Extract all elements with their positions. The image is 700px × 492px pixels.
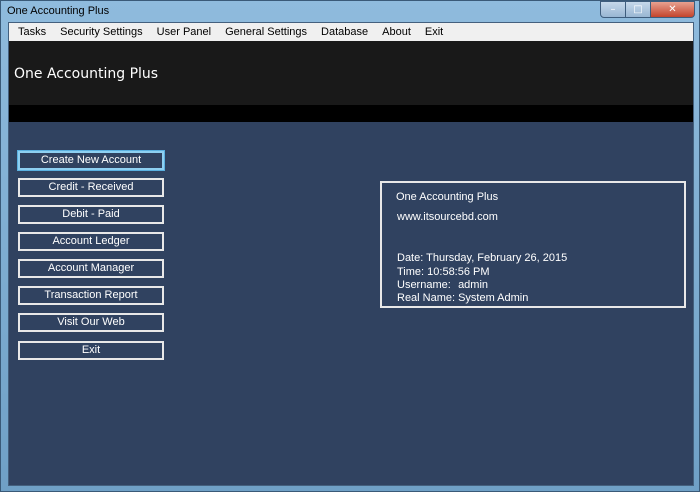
- app-window: One Accounting Plus – □ ✕ Tasks Security…: [0, 0, 700, 492]
- menu-database[interactable]: Database: [314, 23, 375, 41]
- window-controls: – □ ✕: [600, 1, 695, 19]
- info-realname-row: Real Name: System Admin: [397, 292, 528, 304]
- username-value: admin: [458, 279, 489, 291]
- menu-user-panel[interactable]: User Panel: [150, 23, 218, 41]
- time-value: 10:58:56 PM: [427, 266, 490, 278]
- realname-label: Real Name:: [397, 292, 456, 304]
- create-new-account-button[interactable]: Create New Account: [18, 151, 164, 170]
- app-title: One Accounting Plus: [14, 66, 159, 82]
- date-value: Thursday, February 26, 2015: [426, 252, 568, 264]
- maximize-icon[interactable]: □: [626, 1, 651, 18]
- menu-general-settings[interactable]: General Settings: [218, 23, 314, 41]
- info-date-row: Date: Thursday, February 26, 2015: [397, 252, 567, 264]
- info-panel: One Accounting Plus www.itsourcebd.com D…: [380, 181, 686, 308]
- window-title: One Accounting Plus: [7, 5, 110, 17]
- account-ledger-button[interactable]: Account Ledger: [18, 232, 164, 251]
- info-website: www.itsourcebd.com: [397, 211, 498, 223]
- menu-exit[interactable]: Exit: [418, 23, 450, 41]
- close-icon[interactable]: ✕: [651, 1, 695, 18]
- account-manager-button[interactable]: Account Manager: [18, 259, 164, 278]
- time-label: Time:: [397, 266, 425, 278]
- main-client-area: Tasks Security Settings User Panel Gener…: [8, 22, 694, 486]
- exit-button[interactable]: Exit: [18, 341, 164, 360]
- minimize-icon[interactable]: –: [600, 1, 626, 18]
- date-label: Date:: [397, 252, 424, 264]
- info-time-row: Time: 10:58:56 PM: [397, 266, 490, 278]
- app-header: One Accounting Plus: [9, 41, 693, 105]
- info-product-name: One Accounting Plus: [396, 191, 499, 203]
- menu-about[interactable]: About: [375, 23, 418, 41]
- debit-paid-button[interactable]: Debit - Paid: [18, 205, 164, 224]
- header-divider: [9, 105, 693, 122]
- menu-bar: Tasks Security Settings User Panel Gener…: [9, 23, 693, 41]
- menu-tasks[interactable]: Tasks: [9, 23, 53, 41]
- menu-security-settings[interactable]: Security Settings: [53, 23, 150, 41]
- transaction-report-button[interactable]: Transaction Report: [18, 286, 164, 305]
- title-bar[interactable]: One Accounting Plus – □ ✕: [1, 1, 699, 21]
- info-username-row: Username: admin: [397, 279, 488, 291]
- credit-received-button[interactable]: Credit - Received: [18, 178, 164, 197]
- username-label: Username:: [397, 279, 451, 291]
- visit-our-web-button[interactable]: Visit Our Web: [18, 313, 164, 332]
- realname-value: System Admin: [458, 292, 529, 304]
